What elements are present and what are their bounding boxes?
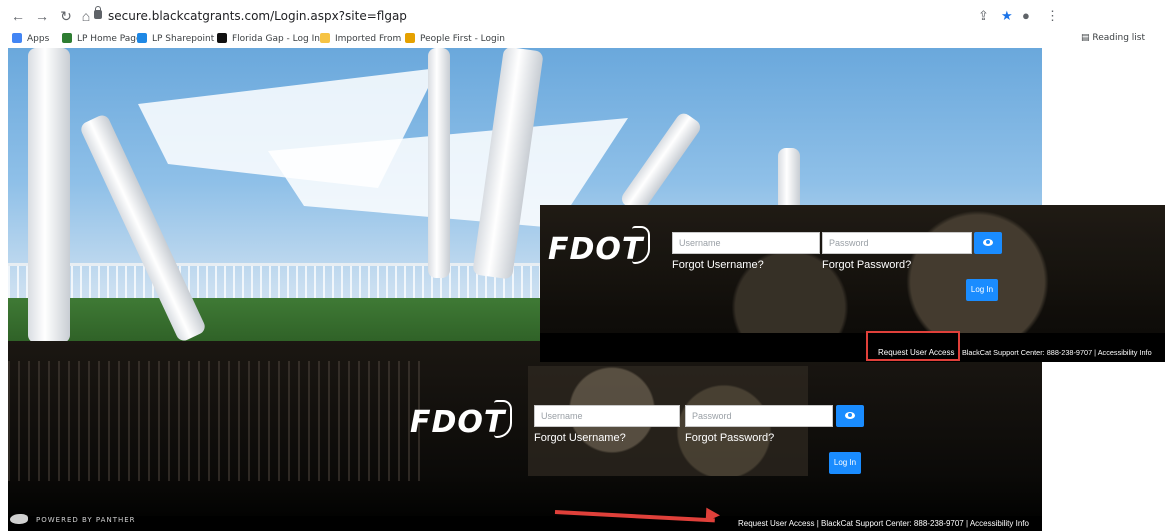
florida-gap-icon [217, 33, 227, 43]
username-input[interactable]: Username [534, 405, 680, 427]
grass [8, 298, 548, 343]
forgot-password-link[interactable]: Forgot Password? [685, 432, 774, 444]
login-button[interactable]: Log In [966, 279, 998, 301]
home-icon[interactable]: ⌂ [78, 8, 94, 24]
menu-icon[interactable]: ⋮ [1046, 8, 1059, 24]
annotation-arrowhead [705, 507, 721, 523]
highlight-box [866, 331, 960, 361]
share-icon[interactable]: ⇪ [978, 8, 989, 24]
url-field[interactable]: secure.blackcatgrants.com/Login.aspx?sit… [108, 9, 407, 23]
overlay-footer-links[interactable]: | BlackCat Support Center: 888-238-9707 … [958, 348, 1152, 357]
bookmark-apps[interactable]: Apps [12, 33, 49, 44]
reading-list-icon: ▤ [1081, 33, 1093, 43]
fdot-logo: FDOT [548, 232, 644, 267]
fdot-logo: FDOT [410, 405, 506, 440]
forward-icon[interactable]: → [34, 8, 50, 24]
white-pole [28, 48, 70, 343]
profile-icon[interactable]: ● [1022, 8, 1030, 23]
forgot-username-link[interactable]: Forgot Username? [534, 432, 626, 444]
bookmark-imported-folder[interactable]: Imported From IE [320, 33, 412, 44]
powered-by-text: POWERED BY PANTHER [36, 516, 136, 524]
bookmark-star-icon[interactable]: ★ [1001, 8, 1013, 24]
white-pole [428, 48, 450, 278]
reading-list[interactable]: ▤ Reading list [1081, 33, 1145, 43]
reload-icon[interactable]: ↻ [58, 8, 74, 24]
fence-background [8, 361, 428, 481]
bookmarks-bar: Apps LP Home Page LP Sharepoint Florida … [0, 32, 1165, 48]
login-button[interactable]: Log In [829, 452, 861, 474]
lp-home-icon [62, 33, 72, 43]
sharepoint-icon [137, 33, 147, 43]
password-input[interactable]: Password [822, 232, 972, 254]
bottom-login-panel [8, 341, 1042, 531]
show-password-icon[interactable] [836, 405, 864, 427]
browser-address-bar: ← → ↻ ⌂ secure.blackcatgrants.com/Login.… [0, 0, 1165, 32]
people-first-icon [405, 33, 415, 43]
bottom-footer-links[interactable]: Request User Access | BlackCat Support C… [738, 519, 1029, 528]
apps-icon [12, 33, 22, 43]
bookmark-lp-sharepoint[interactable]: LP Sharepoint [137, 33, 214, 44]
username-input[interactable]: Username [672, 232, 820, 254]
bookmark-florida-gap[interactable]: Florida Gap - Log In [217, 33, 320, 44]
back-icon[interactable]: ← [10, 8, 26, 24]
lock-icon [94, 6, 102, 19]
forgot-password-link[interactable]: Forgot Password? [822, 259, 911, 271]
forgot-username-link[interactable]: Forgot Username? [672, 259, 764, 271]
bookmark-lp-home[interactable]: LP Home Page [62, 33, 142, 44]
railing [8, 263, 548, 303]
bookmark-people-first[interactable]: People First - Login [405, 33, 505, 44]
password-input[interactable]: Password [685, 405, 833, 427]
panther-icon [10, 514, 28, 524]
show-password-icon[interactable] [974, 232, 1002, 254]
folder-icon [320, 33, 330, 43]
